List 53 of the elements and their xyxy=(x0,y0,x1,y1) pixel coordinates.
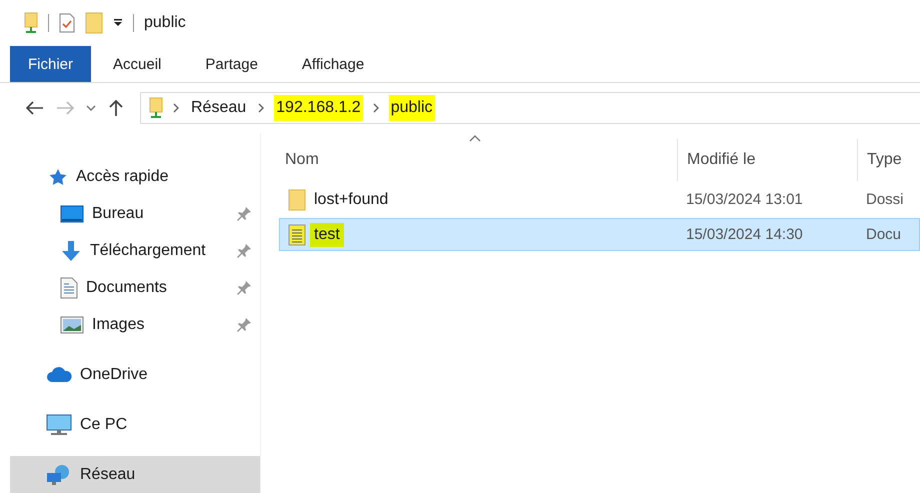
folder-icon[interactable] xyxy=(85,12,103,34)
breadcrumb[interactable]: public xyxy=(388,95,434,121)
sidebar-item[interactable]: Ce PC xyxy=(10,406,260,444)
breadcrumb[interactable]: 192.168.1.2 xyxy=(274,95,363,121)
pin-icon[interactable] xyxy=(236,317,252,333)
pin-icon[interactable] xyxy=(236,206,252,222)
file-type: Dossi xyxy=(865,191,905,208)
sidebar-item[interactable]: Téléchargement xyxy=(10,232,260,270)
document-icon xyxy=(60,277,78,300)
address-bar[interactable]: Réseau 192.168.1.2 public xyxy=(140,92,920,124)
back-arrow-icon[interactable] xyxy=(26,101,44,115)
window-title: public xyxy=(144,14,186,32)
file-name: lost+found xyxy=(313,190,390,210)
column-header[interactable]: Type xyxy=(867,151,902,169)
sidebar-item[interactable]: Images xyxy=(10,306,260,344)
image-icon xyxy=(60,316,84,334)
forward-arrow-icon[interactable] xyxy=(56,101,74,115)
file-row[interactable]: test 15/03/2024 14:30 Docu xyxy=(279,218,920,251)
sidebar-item[interactable]: OneDrive xyxy=(10,356,260,394)
file-row[interactable]: lost+found 15/03/2024 13:01 Dossi xyxy=(279,183,920,216)
chevron-right-icon xyxy=(372,103,379,113)
sidebar-item[interactable]: Bureau xyxy=(10,196,260,233)
breadcrumb[interactable]: Réseau xyxy=(189,95,248,121)
network-folder-icon xyxy=(149,97,163,119)
sidebar-item[interactable]: Accès rapide xyxy=(10,159,260,196)
properties-icon[interactable] xyxy=(59,13,75,33)
column-header[interactable]: Modifié le xyxy=(687,151,756,169)
up-arrow-icon[interactable] xyxy=(108,99,124,117)
ribbon-tab[interactable]: Affichage xyxy=(284,46,382,82)
cloud-icon xyxy=(46,366,72,383)
network-icon xyxy=(46,464,72,486)
pin-icon[interactable] xyxy=(236,280,252,296)
chevron-right-icon xyxy=(258,103,264,113)
network-folder-icon xyxy=(24,12,38,34)
chevron-down-icon[interactable] xyxy=(86,105,96,111)
column-header[interactable]: Nom xyxy=(285,151,319,169)
dropdown-icon[interactable] xyxy=(113,18,123,28)
sidebar-item[interactable]: Réseau xyxy=(10,456,260,493)
monitor-icon xyxy=(46,414,72,436)
ribbon-tab[interactable]: Accueil xyxy=(95,46,180,82)
file-type: Docu xyxy=(865,226,902,243)
ribbon-tab[interactable]: Fichier xyxy=(10,46,92,82)
chevron-right-icon xyxy=(173,103,179,113)
sidebar-item[interactable]: Documents xyxy=(10,270,260,307)
download-arrow-icon xyxy=(60,240,82,262)
desktop-icon xyxy=(60,205,84,224)
ribbon-tab[interactable]: Partage xyxy=(187,46,276,82)
folder-icon xyxy=(288,188,306,210)
modified-date: 15/03/2024 13:01 xyxy=(685,191,804,208)
pin-icon[interactable] xyxy=(236,243,252,260)
text-file-icon xyxy=(288,224,306,246)
modified-date: 15/03/2024 14:30 xyxy=(685,226,804,243)
file-name: test xyxy=(310,222,344,246)
